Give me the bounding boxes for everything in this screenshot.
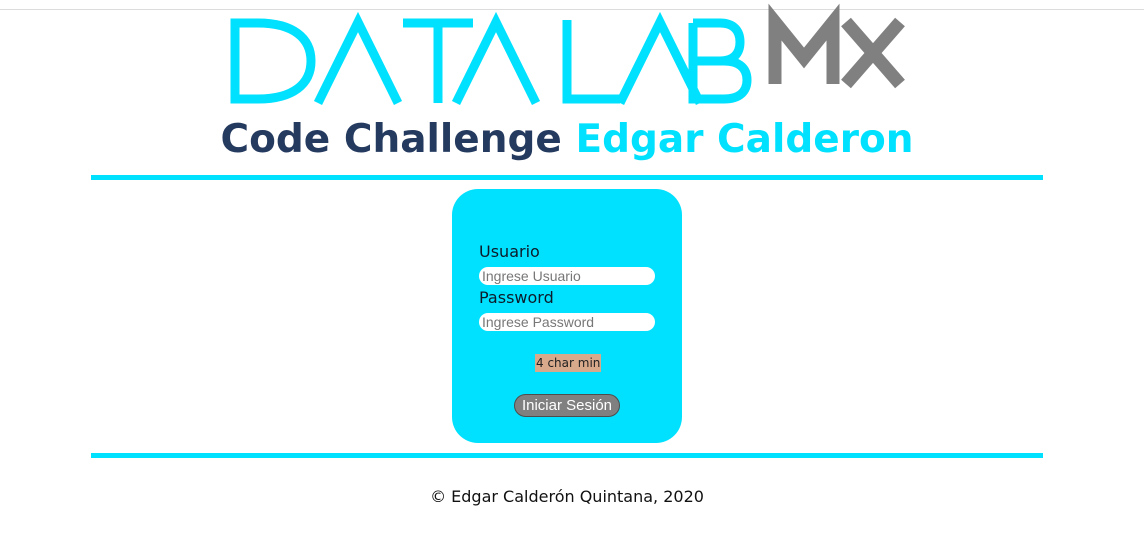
- password-input[interactable]: [479, 313, 655, 331]
- login-button[interactable]: Iniciar Sesión: [514, 394, 620, 417]
- login-form: Usuario Password 4 char min Iniciar Sesi…: [452, 189, 682, 443]
- title-primary: Code Challenge: [220, 117, 562, 162]
- footer-copyright: © Edgar Calderón Quintana, 2020: [430, 487, 704, 506]
- page-title: Code Challenge Edgar Calderon: [0, 114, 1134, 166]
- password-hint: 4 char min: [535, 354, 602, 372]
- password-label: Password: [479, 288, 554, 307]
- title-highlight: Edgar Calderon: [575, 117, 914, 162]
- username-label: Usuario: [479, 242, 540, 261]
- footer-divider: [91, 453, 1043, 458]
- header-divider: [91, 175, 1043, 180]
- username-input[interactable]: [479, 267, 655, 285]
- brand-logo: [0, 0, 1144, 120]
